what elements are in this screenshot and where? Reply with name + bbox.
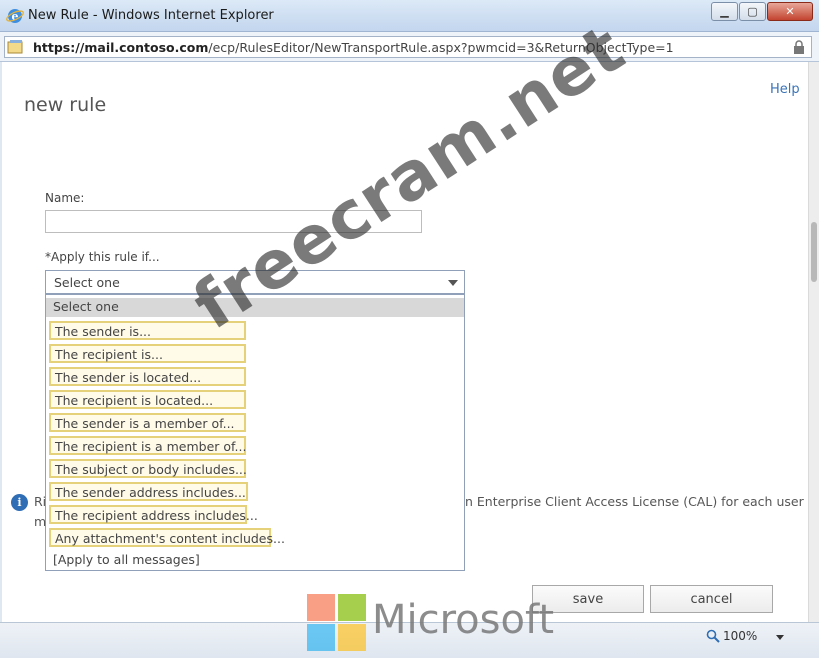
select-value: Select one: [54, 275, 120, 290]
microsoft-wordmark: Microsoft: [372, 597, 555, 643]
url-field[interactable]: https://mail.contoso.com/ecp/RulesEditor…: [4, 36, 812, 58]
url-text: https://mail.contoso.com/ecp/RulesEditor…: [33, 40, 674, 55]
info-text-prefix: Ri: [34, 494, 47, 509]
option-recipient-address-includes[interactable]: The recipient address includes...: [49, 505, 258, 524]
option-sender-address-includes[interactable]: The sender address includes...: [49, 482, 248, 501]
apply-rule-select[interactable]: Select one: [45, 270, 465, 294]
scroll-thumb[interactable]: [811, 222, 817, 282]
window-controls: ▁ ▢ ✕: [710, 2, 813, 21]
page-icon: [7, 40, 23, 54]
zoom-dropdown-icon[interactable]: [776, 635, 784, 640]
option-apply-to-all[interactable]: [Apply to all messages]: [49, 551, 204, 570]
option-sender-member-of[interactable]: The sender is a member of...: [49, 413, 246, 432]
option-sender-is[interactable]: The sender is...: [49, 321, 246, 340]
address-bar: https://mail.contoso.com/ecp/RulesEditor…: [0, 32, 819, 62]
option-recipient-member-of[interactable]: The recipient is a member of...: [49, 436, 246, 455]
info-text-prefix-line2: m: [34, 514, 47, 529]
info-icon: i: [11, 494, 28, 511]
option-recipient-located[interactable]: The recipient is located...: [49, 390, 246, 409]
zoom-control[interactable]: 100%: [706, 629, 757, 643]
window-title: New Rule - Windows Internet Explorer: [28, 8, 274, 23]
lock-icon[interactable]: [793, 40, 805, 54]
microsoft-logo-icon: [307, 594, 366, 651]
minimize-icon: ▁: [720, 5, 729, 18]
option-sender-located[interactable]: The sender is located...: [49, 367, 246, 386]
close-button[interactable]: ✕: [767, 2, 813, 21]
minimize-button[interactable]: ▁: [711, 2, 738, 21]
option-select-one[interactable]: Select one: [46, 298, 464, 317]
maximize-icon: ▢: [747, 5, 758, 18]
option-recipient-is[interactable]: The recipient is...: [49, 344, 246, 363]
chevron-down-icon[interactable]: [448, 280, 458, 286]
internet-explorer-icon: e: [6, 9, 24, 23]
name-input[interactable]: [45, 210, 422, 233]
apply-rule-label: *Apply this rule if...: [45, 250, 160, 264]
condition-dropdown-list: Select one The sender is... The recipien…: [45, 294, 465, 571]
page-title: new rule: [24, 94, 107, 116]
info-text: n Enterprise Client Access License (CAL)…: [465, 494, 804, 509]
close-icon: ✕: [785, 5, 795, 18]
zoom-icon: [706, 629, 720, 643]
vertical-scrollbar[interactable]: [808, 62, 819, 622]
zoom-level: 100%: [723, 629, 758, 643]
help-link[interactable]: Help: [770, 82, 800, 97]
option-attachment-content-includes[interactable]: Any attachment's content includes...: [49, 528, 285, 547]
cancel-button[interactable]: cancel: [650, 585, 773, 613]
maximize-button[interactable]: ▢: [739, 2, 766, 21]
name-label: Name:: [45, 191, 85, 205]
title-bar: e New Rule - Windows Internet Explorer ▁…: [0, 0, 819, 32]
option-subject-body-includes[interactable]: The subject or body includes...: [49, 459, 247, 478]
